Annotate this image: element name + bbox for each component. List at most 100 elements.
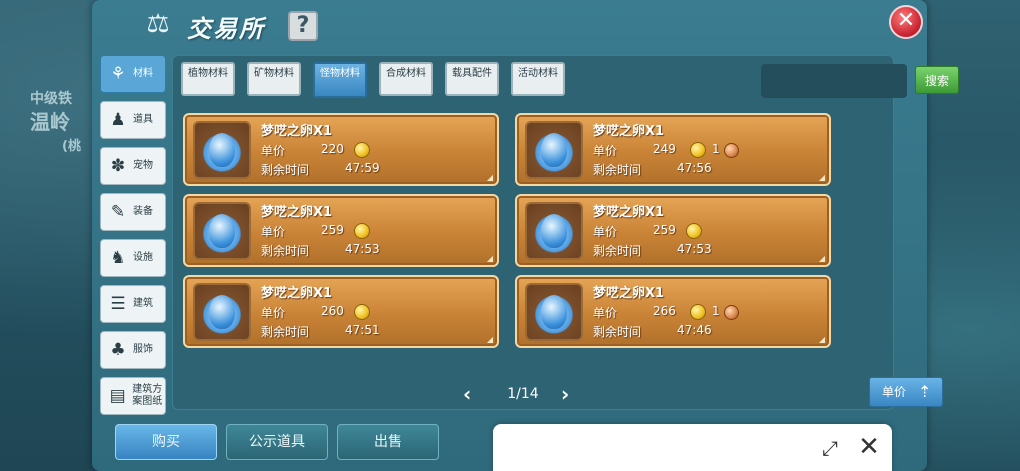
egg-icon xyxy=(209,295,235,329)
time-remaining: 47:53 xyxy=(345,242,380,256)
item-thumbnail xyxy=(193,202,251,260)
copper-token-icon xyxy=(724,305,739,320)
time-label: 剩余时间 xyxy=(593,163,642,177)
egg-icon xyxy=(541,133,567,167)
market-content: 植物材料 矿物材料 怪物材料 合成材料 载具配件 活动材料 搜索 梦呓之卵X1 单价 220 剩… xyxy=(172,55,959,410)
gold-coin-icon xyxy=(354,223,370,239)
time-label: 剩余时间 xyxy=(261,163,310,177)
listing-card[interactable]: 梦呓之卵X1 单价 259 剩余时间 47:53 ◢ xyxy=(183,194,499,267)
egg-icon xyxy=(541,295,567,329)
sidebar-item-label: 材料 xyxy=(133,68,153,79)
listing-card[interactable]: 梦呓之卵X1 单价 259 剩余时间 47:53 ◢ xyxy=(515,194,831,267)
sidebar-item-label: 服饰 xyxy=(133,344,153,355)
sidebar-item-label: 建筑 xyxy=(133,298,153,309)
item-name: 梦呓之卵X1 xyxy=(593,205,665,220)
item-thumbnail xyxy=(193,283,251,341)
corner-mark-icon: ◢ xyxy=(818,335,825,344)
public-items-button[interactable]: 公示道具 xyxy=(226,424,328,460)
time-remaining: 47:56 xyxy=(677,161,712,175)
item-thumbnail xyxy=(525,202,583,260)
search-button[interactable]: 搜索 xyxy=(915,66,959,94)
time-label: 剩余时间 xyxy=(593,325,642,339)
sidebar-item-label: 道具 xyxy=(133,114,153,125)
sort-by-price-button[interactable]: 单价 ⇡ xyxy=(869,377,943,407)
listing-card[interactable]: 梦呓之卵X1 单价 266 剩余时间 47:46 ◢ 1 xyxy=(515,275,831,348)
time-remaining: 47:59 xyxy=(345,161,380,175)
world-label-line3: (桃 xyxy=(62,139,81,154)
listing-card[interactable]: 梦呓之卵X1 单价 220 剩余时间 47:59 ◢ xyxy=(183,113,499,186)
price-label: 单价 xyxy=(593,225,618,239)
overlay-popup: ⤢ ✕ xyxy=(493,424,892,471)
price-label: 单价 xyxy=(593,306,618,320)
buy-button[interactable]: 购买 xyxy=(115,424,217,460)
listing-card[interactable]: 梦呓之卵X1 单价 249 剩余时间 47:56 ◢ 1 xyxy=(515,113,831,186)
item-name: 梦呓之卵X1 xyxy=(593,286,665,301)
item-price: 220 xyxy=(321,142,344,156)
item-price: 266 xyxy=(653,304,676,318)
time-label: 剩余时间 xyxy=(261,325,310,339)
sidebar-item-7[interactable]: ▤ 建筑方案图纸 xyxy=(100,377,166,415)
building-icon: ☰ xyxy=(110,294,126,314)
item-price: 259 xyxy=(321,223,344,237)
extra-currency-amount: 1 xyxy=(712,142,720,156)
tab-5[interactable]: 活动材料 xyxy=(511,62,565,96)
sidebar-item-4[interactable]: ♞ 设施 xyxy=(100,239,166,277)
world-label-line1: 中级铁 xyxy=(30,91,72,107)
copper-token-icon xyxy=(724,143,739,158)
time-remaining: 47:53 xyxy=(677,242,712,256)
gold-coin-icon xyxy=(690,304,706,320)
item-thumbnail xyxy=(525,283,583,341)
gold-coin-icon xyxy=(686,223,702,239)
item-name: 梦呓之卵X1 xyxy=(261,124,333,139)
tab-2[interactable]: 怪物材料 xyxy=(313,62,367,98)
tab-4[interactable]: 载具配件 xyxy=(445,62,499,96)
item-price: 249 xyxy=(653,142,676,156)
sidebar-item-2[interactable]: ✽ 宠物 xyxy=(100,147,166,185)
gold-coin-icon xyxy=(354,142,370,158)
tab-1[interactable]: 矿物材料 xyxy=(247,62,301,96)
sort-label: 单价 xyxy=(882,385,907,399)
time-label: 剩余时间 xyxy=(261,244,310,258)
sidebar-item-label: 装备 xyxy=(133,206,153,217)
extra-currency-amount: 1 xyxy=(712,304,720,318)
sell-button[interactable]: 出售 xyxy=(337,424,439,460)
listing-card[interactable]: 梦呓之卵X1 单价 260 剩余时间 47:51 ◢ xyxy=(183,275,499,348)
materials-icon: ⚘ xyxy=(110,64,126,84)
corner-mark-icon: ◢ xyxy=(486,335,493,344)
prev-page-button[interactable]: ‹ xyxy=(463,384,471,404)
expand-icon[interactable]: ⤢ xyxy=(818,436,842,460)
sidebar-item-6[interactable]: ♣ 服饰 xyxy=(100,331,166,369)
close-icon[interactable]: ✕ xyxy=(856,434,882,460)
item-thumbnail xyxy=(525,121,583,179)
price-label: 单价 xyxy=(593,144,618,158)
sidebar-item-5[interactable]: ☰ 建筑 xyxy=(100,285,166,323)
sort-arrow-icon: ⇡ xyxy=(918,382,932,401)
world-label-line2: 温岭 xyxy=(30,110,70,134)
search-input[interactable] xyxy=(761,64,907,98)
egg-icon xyxy=(209,214,235,248)
sidebar-item-label: 宠物 xyxy=(133,160,153,171)
clothing-icon: ♣ xyxy=(110,340,126,360)
corner-mark-icon: ◢ xyxy=(818,254,825,263)
time-label: 剩余时间 xyxy=(593,244,642,258)
scale-icon: ⚖ xyxy=(146,9,170,39)
tab-3[interactable]: 合成材料 xyxy=(379,62,433,96)
title-bar: ⚖ 交易所 ? ✕ xyxy=(92,0,927,50)
tab-0[interactable]: 植物材料 xyxy=(181,62,235,96)
time-remaining: 47:51 xyxy=(345,323,380,337)
item-name: 梦呓之卵X1 xyxy=(593,124,665,139)
item-name: 梦呓之卵X1 xyxy=(261,286,333,301)
item-thumbnail xyxy=(193,121,251,179)
item-price: 259 xyxy=(653,223,676,237)
sidebar-item-3[interactable]: ✎ 装备 xyxy=(100,193,166,231)
close-button[interactable]: ✕ xyxy=(889,5,923,39)
egg-icon xyxy=(541,214,567,248)
price-label: 单价 xyxy=(261,144,286,158)
next-page-button[interactable]: › xyxy=(561,384,569,404)
sidebar-item-1[interactable]: ♟ 道具 xyxy=(100,101,166,139)
corner-mark-icon: ◢ xyxy=(818,173,825,182)
pagination: ‹ 1/14 › xyxy=(463,384,583,404)
help-button[interactable]: ? xyxy=(288,11,318,41)
sidebar-item-0[interactable]: ⚘ 材料 xyxy=(100,55,166,93)
gold-coin-icon xyxy=(354,304,370,320)
